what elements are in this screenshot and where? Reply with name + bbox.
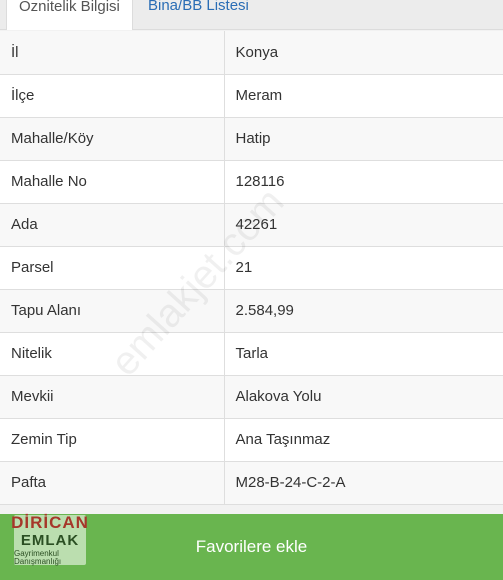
row-value: Meram: [224, 74, 503, 118]
table-row: Zemin Tip Ana Taşınmaz: [0, 418, 503, 462]
table-row: Nitelik Tarla: [0, 332, 503, 376]
table-row: Parsel 21: [0, 246, 503, 290]
logo-line3: Gayrimenkul Danışmanlığı: [14, 549, 62, 566]
row-value: M28-B-24-C-2-A: [224, 461, 503, 505]
tab-bar: Öznitelik Bilgisi Bina/BB Listesi: [0, 0, 503, 30]
row-value: Tarla: [224, 332, 503, 376]
row-key: Mahalle/Köy: [0, 117, 225, 161]
table-row: Tapu Alanı 2.584,99: [0, 289, 503, 333]
row-key: Pafta: [0, 461, 225, 505]
row-key: Ada: [0, 203, 225, 247]
favorites-button-label: Favorilere ekle: [195, 537, 308, 556]
row-value: 42261: [224, 203, 503, 247]
table-row: İlçe Meram: [0, 74, 503, 118]
row-value: 21: [224, 246, 503, 290]
table-row: İl Konya: [0, 31, 503, 75]
row-key: İlçe: [0, 74, 225, 118]
table-row: Ada 42261: [0, 203, 503, 247]
row-key: Tapu Alanı: [0, 289, 225, 333]
row-key: İl: [0, 31, 225, 75]
row-value: 2.584,99: [224, 289, 503, 333]
row-key: Mevkii: [0, 375, 225, 419]
row-value: Konya: [224, 31, 503, 75]
row-key: Zemin Tip: [0, 418, 225, 462]
row-value: Alakova Yolu: [224, 375, 503, 419]
row-key: Nitelik: [0, 332, 225, 376]
table-row: Mahalle No 128116: [0, 160, 503, 204]
logo-line2: EMLAK: [20, 532, 80, 549]
tab-bina-bb-listesi[interactable]: Bina/BB Listesi: [136, 0, 261, 30]
row-key: Mahalle No: [0, 160, 225, 204]
row-value: Ana Taşınmaz: [224, 418, 503, 462]
logo-line1: DİRİCAN: [11, 513, 89, 532]
row-key: Parsel: [0, 246, 225, 290]
table-row: Mevkii Alakova Yolu: [0, 375, 503, 419]
agency-logo: DİRİCAN EMLAK Gayrimenkul Danışmanlığı: [11, 513, 89, 566]
row-value: 128116: [224, 160, 503, 204]
attribute-table: İl Konya İlçe Meram Mahalle/Köy Hatip Ma…: [0, 31, 503, 505]
table-row: Mahalle/Köy Hatip: [0, 117, 503, 161]
tab-oznitelik-bilgisi[interactable]: Öznitelik Bilgisi: [6, 0, 133, 30]
row-value: Hatip: [224, 117, 503, 161]
table-row: Pafta M28-B-24-C-2-A: [0, 461, 503, 505]
